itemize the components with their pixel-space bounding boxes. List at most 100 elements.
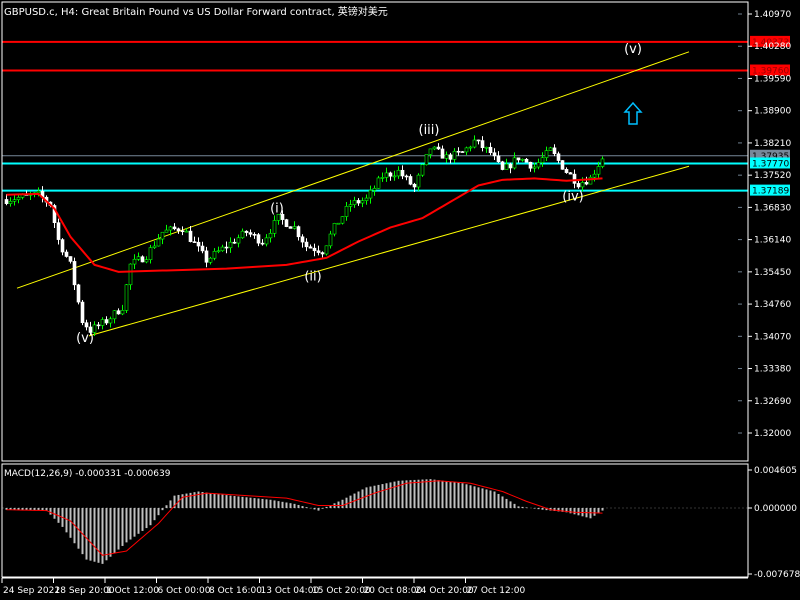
price-label: 1.37189 [752,187,789,197]
candle-body [400,169,405,177]
candle [100,317,105,330]
candle [248,229,253,238]
candle-body [412,183,417,188]
candle [308,244,313,249]
candle [456,147,461,156]
candle-body [184,230,189,233]
candle [348,199,353,212]
candle [468,145,473,152]
candle [420,164,425,177]
candle-body [372,187,377,191]
candle-body [572,173,577,184]
candle [164,224,169,233]
candle [572,169,577,189]
candle [448,152,453,164]
candle [120,304,125,316]
candle-body [140,256,145,263]
candle-body [128,263,133,286]
candle [432,146,437,151]
price-tick-label: 1.36830 [754,203,791,213]
candle-body [8,200,13,204]
candle-body [76,284,81,303]
candle-body [432,146,437,150]
candle [156,234,161,247]
macd-tick-label: -0.007678 [754,570,800,580]
candle-body [296,226,301,238]
candle-body [236,237,241,244]
candle [12,195,17,206]
candle-body [256,234,261,244]
candle-body [536,162,541,168]
candle [388,171,393,181]
time-tick-label: 20 Oct 08:00 [364,586,423,596]
candle-body [4,199,9,204]
candle [252,232,257,239]
candle-body [80,301,85,324]
price-tick-label: 1.40280 [754,42,791,52]
candle [476,139,481,145]
candle-body [392,175,397,178]
candle [332,222,337,237]
candle-body [156,238,161,247]
candle-body [480,140,485,148]
candle-body [544,150,549,158]
time-tick-label: 27 Oct 12:00 [467,586,526,596]
candle [364,194,369,205]
wave-label: (ii) [304,269,321,284]
candle-body [468,146,473,149]
candle [316,245,321,256]
candle [336,222,341,225]
candle [68,256,73,264]
candle [372,185,377,196]
channel-lower-line [88,165,690,337]
candle [204,246,209,268]
candle [560,160,565,170]
candle [392,170,397,181]
candle-body [224,246,229,249]
price-tick-label: 1.32690 [754,397,791,407]
candle-body [336,222,341,225]
candle [328,230,333,249]
price-tick-label: 1.38210 [754,139,791,149]
candle [548,146,553,151]
candle-body [560,160,565,170]
candle [152,241,157,249]
candle [320,251,325,258]
time-tick-label: 1 Oct 12:00 [106,586,159,596]
candle [104,316,109,325]
macd-tick-label: 0.000000 [754,504,797,514]
candle-body [556,153,561,161]
price-chart[interactable]: 1.403731.397601.379351.377701.37189 (v)(… [0,0,800,600]
candle-body [416,174,421,188]
candle-body [164,229,169,233]
candle-body [548,147,553,151]
candle [244,230,249,237]
candle [568,171,573,175]
candle-body [500,161,505,170]
candle [220,244,225,252]
candle-body [100,319,105,326]
candle [508,162,513,174]
candle-body [64,251,69,257]
price-tick-label: 1.34760 [754,300,791,310]
candle-body [16,197,21,201]
candle-body [240,230,245,239]
macd-tick-label: 0.004605 [754,466,797,476]
candle [292,221,297,230]
candle-body [332,223,337,235]
candle [496,151,501,163]
candle [440,145,445,159]
candle [524,157,529,163]
candle [256,232,261,247]
candle [540,152,545,167]
candle-body [496,155,501,163]
candle [228,237,233,253]
candle-body [200,245,205,252]
candle [132,254,137,270]
candle-body [404,175,409,178]
candle [436,143,441,150]
macd-signal-line [6,480,603,556]
candle [176,227,181,234]
candle [428,148,433,159]
candle-body [384,172,389,178]
